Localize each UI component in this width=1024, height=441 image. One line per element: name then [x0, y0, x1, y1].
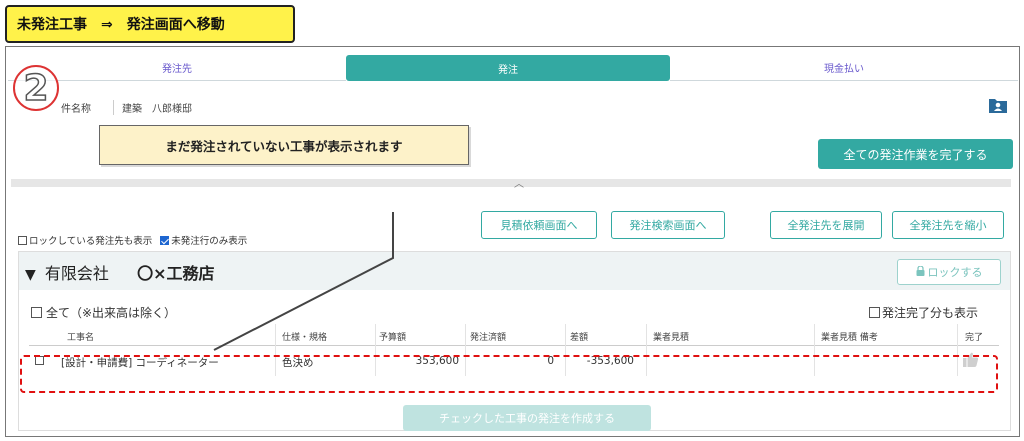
collapse-all-vendors-label: 全発注先を縮小: [909, 219, 987, 232]
tab-order[interactable]: 発注: [346, 55, 670, 81]
column-header-spec: 仕様・規格: [282, 333, 328, 343]
folder-user-icon[interactable]: [988, 96, 1008, 114]
lock-label: ロックする: [927, 266, 983, 279]
callout-text: まだ発注されていない工事が表示されます: [165, 138, 403, 154]
tab-vendors-label: 発注先: [162, 64, 192, 75]
expand-all-vendors-button[interactable]: 全発注先を展開: [770, 211, 882, 239]
callout-annotation: まだ発注されていない工事が表示されます: [99, 125, 469, 165]
tab-cash-payment-label: 現金払い: [824, 64, 864, 75]
estimate-request-button[interactable]: 見積依頼画面へ: [481, 211, 597, 239]
vendor-header[interactable]: ▼ 有限会社 〇×工務店 ロックする: [19, 252, 1010, 290]
collapse-triangle-icon[interactable]: ▼: [25, 267, 36, 283]
show-locked-label: ロックしている発注先も表示: [29, 236, 153, 247]
vendor-name: 〇×工務店: [137, 264, 215, 283]
complete-all-orders-label: 全ての発注作業を完了する: [843, 147, 988, 162]
column-header-ordered: 発注済額: [470, 333, 507, 343]
column-header-difference: 差額: [570, 333, 589, 343]
lock-button[interactable]: ロックする: [897, 259, 1001, 285]
expand-all-vendors-label: 全発注先を展開: [787, 219, 865, 232]
section-title-label: 未発注工事 ⇒ 発注画面へ移動: [5, 5, 295, 43]
show-completed-checkbox[interactable]: [869, 307, 880, 318]
section-title-text: 未発注工事 ⇒ 発注画面へ移動: [17, 17, 225, 33]
select-all-row: 全て（※出来高は除く）: [31, 304, 176, 321]
tab-vendors[interactable]: 発注先: [8, 55, 346, 81]
create-order-label: チェックした工事の発注を作成する: [439, 412, 615, 425]
column-header-budget: 予算額: [379, 333, 407, 343]
vendor-panel: ▼ 有限会社 〇×工務店 ロックする 全て（※出来高は除く） 発注完了分も表示 …: [18, 251, 1011, 431]
collapse-all-vendors-button[interactable]: 全発注先を縮小: [892, 211, 1004, 239]
unordered-only-checkbox[interactable]: [160, 235, 170, 245]
step-number: 2: [23, 67, 50, 110]
step-number-badge: 2: [13, 65, 59, 111]
order-search-label: 発注検索画面へ: [629, 219, 707, 232]
project-name-label: 件名称: [61, 104, 91, 115]
show-completed-option: 発注完了分も表示: [869, 304, 978, 321]
create-order-button[interactable]: チェックした工事の発注を作成する: [403, 405, 651, 431]
select-all-label: 全て（※出来高は除く）: [46, 306, 177, 320]
vendor-company-type: 有限会社: [44, 264, 109, 283]
column-header-complete: 完了: [965, 333, 984, 343]
select-all-checkbox[interactable]: [31, 307, 42, 318]
show-completed-label: 発注完了分も表示: [882, 306, 979, 320]
collapse-divider[interactable]: [11, 179, 1011, 187]
row-highlight-annotation: [20, 355, 998, 393]
show-locked-checkbox[interactable]: [18, 235, 27, 245]
vendor-title: ▼ 有限会社 〇×工務店: [25, 260, 215, 284]
column-header-estimate-note: 業者見積 備考: [821, 333, 878, 343]
chevron-up-icon[interactable]: ︿: [514, 175, 524, 190]
estimate-request-label: 見積依頼画面へ: [500, 219, 578, 232]
tab-bar: 発注先 発注 現金払い: [8, 55, 1018, 81]
unordered-only-label: 未発注行のみ表示: [171, 236, 248, 247]
order-search-button[interactable]: 発注検索画面へ: [611, 211, 725, 239]
table-header: 工事名 仕様・規格 予算額 発注済額 差額 業者見積 業者見積 備考 完了: [29, 324, 999, 346]
project-name-value: 建築 八郎様邸: [113, 100, 192, 115]
column-header-vendor-estimate: 業者見積: [653, 333, 690, 343]
complete-all-orders-button[interactable]: 全ての発注作業を完了する: [818, 139, 1013, 169]
tab-cash-payment[interactable]: 現金払い: [670, 55, 1018, 81]
column-header-work-name: 工事名: [67, 333, 95, 343]
tab-order-label: 発注: [498, 64, 518, 76]
filter-options: ロックしている発注先も表示 未発注行のみ表示: [18, 233, 247, 247]
lock-icon: [916, 264, 925, 279]
